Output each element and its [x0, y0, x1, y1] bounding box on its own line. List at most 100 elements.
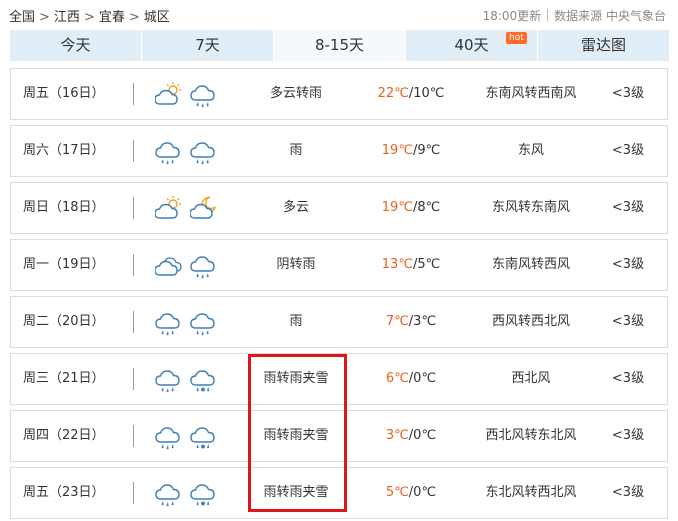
weather-icons	[155, 138, 225, 165]
high-temperature: 13℃	[381, 257, 413, 272]
row-divider	[133, 140, 134, 162]
high-temperature: 19℃	[381, 200, 413, 215]
low-temperature: /9℃	[412, 143, 441, 158]
rain-icon	[155, 370, 180, 393]
low-temperature: /0℃	[408, 428, 437, 443]
weather-description: 雨转雨夹雪	[263, 371, 329, 386]
forecast-row: 周四（22日） 雨转雨夹雪 3℃/0℃ 西北风转东北风 <3级	[10, 410, 668, 462]
temperature: 6℃/0℃	[361, 354, 461, 404]
rain-icon	[190, 256, 215, 279]
row-divider	[133, 482, 134, 504]
data-source: 数据来源 中央气象台	[554, 9, 666, 23]
row-divider	[133, 425, 134, 447]
wind-direction: 东北风转西北风	[485, 485, 577, 500]
wind-direction: 西风转西北风	[491, 314, 570, 329]
tab-40-days-label: 40天	[454, 36, 489, 54]
rain-icon	[190, 313, 215, 336]
forecast-tabs: 今天 7天 8-15天 40天 hot 雷达图	[10, 30, 669, 61]
wind-level: <3级	[611, 86, 645, 101]
temperature: 13℃/5℃	[361, 240, 461, 290]
breadcrumb-separator: >	[83, 10, 95, 25]
high-temperature: 19℃	[381, 143, 413, 158]
partly-cloudy-icon	[155, 82, 181, 105]
tab-7-days[interactable]: 7天	[142, 30, 273, 61]
temperature: 5℃/0℃	[361, 468, 461, 518]
row-divider	[133, 254, 134, 276]
weather-icons	[155, 195, 225, 221]
rain-icon	[190, 142, 215, 165]
meta-divider	[547, 9, 549, 21]
high-temperature: 22℃	[377, 86, 409, 101]
weather-description: 雨转雨夹雪	[263, 485, 329, 500]
rain-icon	[155, 313, 180, 336]
low-temperature: /8℃	[412, 200, 441, 215]
breadcrumb-item-country[interactable]: 全国	[9, 10, 35, 25]
tab-radar[interactable]: 雷达图	[538, 30, 669, 61]
low-temperature: /0℃	[408, 371, 437, 386]
breadcrumb-item-district: 城区	[143, 10, 170, 25]
hot-badge: hot	[506, 32, 527, 44]
row-divider	[133, 368, 134, 390]
wind-level: <3级	[611, 485, 645, 500]
tab-40-days[interactable]: 40天 hot	[406, 30, 537, 61]
forecast-row: 周一（19日） 阴转雨 13℃/5℃ 东南风转西风 <3级	[10, 239, 668, 291]
wind-level: <3级	[611, 371, 645, 386]
high-temperature: 6℃	[385, 371, 409, 386]
wind-level: <3级	[611, 143, 645, 158]
breadcrumb: 全国 > 江西 > 宜春 > 城区	[9, 6, 170, 25]
forecast-row: 周六（17日） 雨 19℃/9℃ 东风 <3级	[10, 125, 668, 177]
weather-description: 多云转雨	[269, 86, 322, 101]
low-temperature: /0℃	[408, 485, 437, 500]
row-divider	[133, 83, 134, 105]
forecast-row: 周五（23日） 雨转雨夹雪 5℃/0℃ 东北风转西北风 <3级	[10, 467, 668, 519]
row-divider	[133, 197, 134, 219]
wind-direction: 东风转东南风	[491, 200, 570, 215]
weather-description: 阴转雨	[276, 257, 316, 272]
day-label: 周三（21日）	[23, 371, 105, 386]
wind-level: <3级	[611, 428, 645, 443]
sleet-icon	[190, 484, 215, 506]
rain-icon	[155, 484, 180, 507]
sleet-icon	[190, 370, 215, 392]
wind-direction: 西北风转东北风	[485, 428, 577, 443]
wind-direction: 东南风转西南风	[485, 86, 577, 101]
row-divider	[133, 311, 134, 333]
update-info: 18:00更新 数据来源 中央气象台	[483, 7, 666, 24]
high-temperature: 7℃	[385, 314, 409, 329]
wind-level: <3级	[611, 200, 645, 215]
rain-icon	[155, 427, 180, 450]
low-temperature: /5℃	[412, 257, 441, 272]
day-label: 周二（20日）	[23, 314, 105, 329]
breadcrumb-item-city[interactable]: 宜春	[99, 10, 125, 25]
partly-cloudy-icon	[155, 196, 181, 219]
cloudy-night-icon	[190, 196, 217, 219]
breadcrumb-item-province[interactable]: 江西	[54, 10, 80, 25]
day-label: 周一（19日）	[23, 257, 105, 272]
forecast-row: 周五（16日） 多云转雨 22℃/10℃ 东南风转西南风 <3级	[10, 68, 668, 120]
weather-description: 多云	[282, 200, 309, 215]
day-label: 周五（16日）	[23, 86, 105, 101]
forecast-row: 周三（21日） 雨转雨夹雪 6℃/0℃ 西北风 <3级	[10, 353, 668, 405]
weather-icons	[155, 81, 225, 108]
weather-icons	[155, 480, 225, 507]
weather-icons	[155, 423, 225, 450]
tab-today[interactable]: 今天	[10, 30, 141, 61]
overcast-icon	[155, 257, 182, 276]
update-time: 18:00更新	[482, 9, 542, 23]
wind-level: <3级	[611, 314, 645, 329]
tab-8-15-days[interactable]: 8-15天	[274, 30, 405, 61]
day-label: 周五（23日）	[23, 485, 105, 500]
top-bar: 全国 > 江西 > 宜春 > 城区 18:00更新 数据来源 中央气象台	[0, 0, 678, 30]
day-label: 周日（18日）	[23, 200, 105, 215]
temperature: 7℃/3℃	[361, 297, 461, 347]
temperature: 22℃/10℃	[361, 69, 461, 119]
day-label: 周六（17日）	[23, 143, 105, 158]
breadcrumb-separator: >	[128, 10, 140, 25]
weather-description: 雨	[289, 143, 303, 158]
wind-direction: 东南风转西风	[491, 257, 570, 272]
breadcrumb-separator: >	[39, 10, 50, 25]
wind-direction: 东风	[517, 143, 544, 158]
rain-icon	[155, 142, 180, 165]
temperature: 19℃/9℃	[361, 126, 461, 176]
wind-level: <3级	[611, 257, 645, 272]
